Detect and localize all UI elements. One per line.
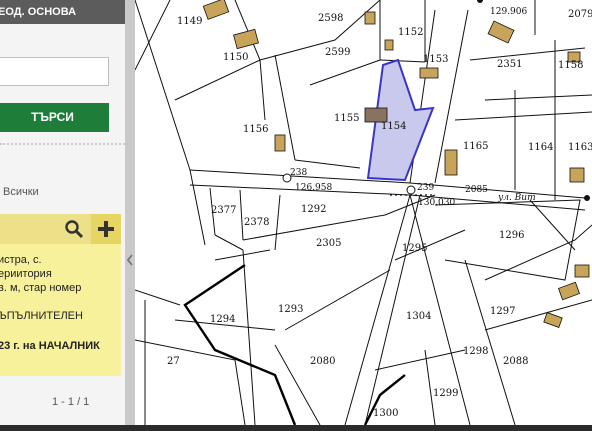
parcel-label[interactable]: 1163 — [568, 142, 592, 153]
elevation-label: 129.906 — [490, 7, 527, 17]
result-line: истра, с. — [0, 254, 42, 266]
search-input[interactable] — [0, 57, 109, 86]
parcel-label[interactable]: 27 — [167, 356, 180, 367]
parcel-label[interactable]: 1155 — [334, 113, 359, 124]
parcel-label[interactable]: 2378 — [244, 217, 269, 228]
parcel-label[interactable]: 1164 — [528, 142, 553, 153]
panel-title: ЕОД. ОСНОВА — [0, 6, 77, 18]
plus-icon[interactable] — [91, 214, 121, 244]
result-line: 23 г. на НАЧАЛНИК — [0, 340, 100, 352]
parcel-label[interactable]: 1156 — [243, 124, 268, 135]
parcel-label[interactable]: 1300 — [373, 408, 398, 419]
cadastral-map[interactable]: 1149 2598 1152 2079 1150 2599 1153 2351 … — [135, 0, 592, 425]
point-number-label: 238 — [290, 168, 307, 178]
pagination-label: 1 - 1 / 1 — [52, 396, 90, 408]
point-number-label: 239 — [417, 183, 434, 193]
parcel-label[interactable]: 2080 — [310, 356, 335, 367]
panel-splitter[interactable] — [125, 0, 135, 425]
search-icon[interactable] — [60, 215, 88, 243]
elevation-label: 126.958 — [295, 183, 332, 193]
chevron-left-icon[interactable] — [125, 253, 135, 267]
result-line: ЪПЪЛНИТЕЛЕН — [0, 310, 83, 322]
parcel-label[interactable]: 1293 — [278, 304, 303, 315]
filter-all-option[interactable]: Всички — [3, 186, 39, 198]
parcel-label[interactable]: 2599 — [325, 47, 350, 58]
parcel-label[interactable]: 1153 — [423, 54, 448, 65]
result-line: в. м, стар номер — [0, 282, 82, 294]
parcel-label[interactable]: 1297 — [490, 306, 515, 317]
parcel-label[interactable]: 2351 — [497, 59, 522, 70]
parcel-label[interactable]: 1294 — [210, 314, 235, 325]
parcel-label[interactable]: 1296 — [499, 230, 524, 241]
parcel-label[interactable]: 1158 — [558, 60, 583, 71]
parcel-label[interactable]: 2079 — [568, 9, 592, 20]
parcel-label[interactable]: 2598 — [318, 13, 343, 24]
panel-header: ЕОД. ОСНОВА — [0, 0, 125, 24]
point-number-label: 2085 — [465, 185, 488, 195]
parcel-label[interactable]: 2305 — [316, 238, 341, 249]
elevation-label: 130.030 — [418, 198, 455, 208]
parcel-label[interactable]: 1150 — [223, 52, 248, 63]
status-bar — [0, 425, 592, 431]
search-panel: ЕОД. ОСНОВА ТЪРСИ Всички истра, с. ериит… — [0, 0, 125, 425]
parcel-label[interactable]: 1299 — [433, 388, 458, 399]
result-line: ериитория — [0, 268, 52, 280]
parcel-label[interactable]: 1304 — [406, 311, 431, 322]
parcel-label[interactable]: 1298 — [463, 346, 488, 357]
parcel-label[interactable]: 1292 — [301, 204, 326, 215]
parcel-label[interactable]: 2377 — [211, 205, 236, 216]
result-item[interactable]: истра, с. ериитория в. м, стар номер ЪПЪ… — [0, 244, 121, 376]
search-button[interactable]: ТЪРСИ — [0, 103, 109, 132]
parcel-label[interactable]: 1165 — [463, 141, 488, 152]
street-name-label: ул. Вит — [497, 193, 536, 203]
parcel-label[interactable]: 2088 — [503, 356, 528, 367]
section-divider — [0, 143, 125, 151]
parcel-label[interactable]: 1149 — [177, 16, 202, 27]
parcel-label[interactable]: 1295 — [402, 243, 427, 254]
parcel-label[interactable]: 1154 — [381, 121, 406, 132]
parcel-label[interactable]: 1152 — [398, 27, 423, 38]
